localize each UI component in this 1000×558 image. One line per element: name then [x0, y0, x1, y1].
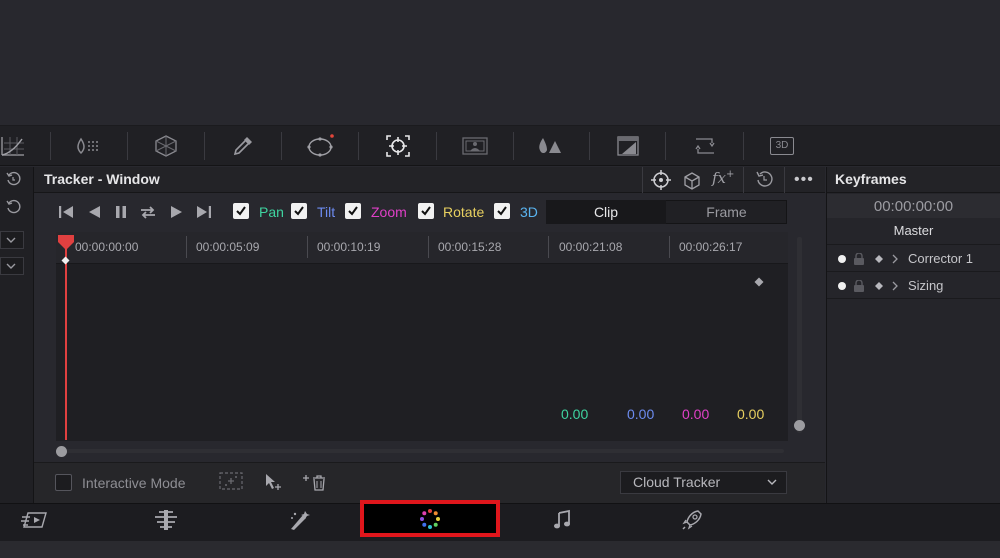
- stabilizer-icon[interactable]: [681, 169, 703, 191]
- keyframes-timecode: 00:00:00:00: [873, 198, 954, 215]
- rotate-label: Rotate: [443, 204, 485, 220]
- timecode-label: 00:00:21:08: [559, 240, 623, 254]
- viewer-area: [0, 0, 1000, 126]
- 3d-label: 3D: [520, 204, 538, 220]
- keyframes-master-label: Master: [893, 223, 934, 238]
- add-feature-point-icon[interactable]: [263, 472, 283, 492]
- keyframe-marker-icon[interactable]: [61, 256, 70, 265]
- blur-icon[interactable]: [530, 130, 570, 162]
- color-icon[interactable]: [410, 504, 450, 534]
- reset-icon[interactable]: [755, 170, 773, 188]
- cloud-tracker-label: Cloud Tracker: [633, 474, 721, 490]
- chevron-down-icon[interactable]: [0, 231, 24, 249]
- playhead[interactable]: [65, 236, 67, 440]
- power-window-icon[interactable]: [300, 130, 340, 162]
- pan-value: 0.00: [561, 406, 589, 422]
- cloud-tracker-dropdown[interactable]: Cloud Tracker: [620, 471, 787, 494]
- palette-toolbar: 3D: [0, 126, 1000, 166]
- keyframe-row-sizing[interactable]: [837, 280, 905, 292]
- horizontal-zoom-handle[interactable]: [56, 446, 67, 457]
- vertical-zoom-slider[interactable]: [797, 237, 802, 433]
- rotate-value: 0.00: [737, 406, 765, 422]
- reset-icon[interactable]: [5, 171, 21, 187]
- left-panel-strip: [0, 167, 34, 503]
- timecode-label: 00:00:26:17: [679, 240, 743, 254]
- zoom-checkbox[interactable]: [345, 203, 361, 219]
- pause-icon[interactable]: [110, 201, 132, 223]
- frame-mode-button[interactable]: Frame: [666, 200, 787, 224]
- fusion-icon[interactable]: [278, 505, 318, 535]
- reverse-icon[interactable]: [83, 201, 105, 223]
- skip-to-start-icon[interactable]: [55, 201, 77, 223]
- keyframe-row-corrector[interactable]: [837, 253, 905, 265]
- interactive-mode-checkbox[interactable]: [55, 474, 72, 491]
- timecode-label: 00:00:05:09: [196, 240, 260, 254]
- keyframes-title: Keyframes: [835, 171, 907, 187]
- clip-mode-button[interactable]: Clip: [546, 200, 666, 224]
- panel-title: Tracker - Window: [44, 171, 160, 187]
- bottom-strip: [0, 541, 1000, 558]
- chevron-down-icon: [766, 477, 778, 487]
- curves-icon[interactable]: [0, 130, 32, 162]
- timecode-label: 00:00:10:19: [317, 240, 381, 254]
- 3d-icon-label: 3D: [770, 137, 794, 155]
- zoom-label: Zoom: [371, 204, 407, 220]
- vertical-zoom-handle[interactable]: [794, 420, 805, 431]
- deliver-icon[interactable]: [672, 505, 712, 535]
- fx-icon[interactable]: fx+: [712, 169, 734, 187]
- sizing-icon[interactable]: [685, 130, 725, 162]
- pan-checkbox[interactable]: [233, 203, 249, 219]
- play-icon[interactable]: [165, 201, 187, 223]
- skip-to-end-icon[interactable]: [193, 201, 215, 223]
- tilt-label: Tilt: [317, 204, 336, 220]
- fairlight-icon[interactable]: [542, 505, 582, 535]
- magic-mask-icon[interactable]: [455, 130, 495, 162]
- timecode-label: 00:00:00:00: [75, 240, 139, 254]
- chevron-down-icon[interactable]: [0, 257, 24, 275]
- color-warper-icon[interactable]: [68, 130, 108, 162]
- hsl-qualifier-icon[interactable]: [146, 130, 186, 162]
- playhead-handle[interactable]: [57, 234, 75, 252]
- tilt-value: 0.00: [627, 406, 655, 422]
- tracker-icon[interactable]: [378, 130, 418, 162]
- rotate-checkbox[interactable]: [418, 203, 434, 219]
- 3d-icon[interactable]: 3D: [762, 130, 802, 162]
- more-options-icon[interactable]: •••: [794, 171, 814, 189]
- reset-icon[interactable]: [5, 199, 21, 215]
- loop-icon[interactable]: [137, 201, 159, 223]
- horizontal-zoom-slider[interactable]: [62, 449, 784, 453]
- keyframe-row-label: Sizing: [908, 278, 944, 293]
- pan-label: Pan: [259, 204, 284, 220]
- insert-points-icon[interactable]: [218, 471, 244, 491]
- 3d-checkbox[interactable]: [494, 203, 510, 219]
- edit-icon[interactable]: [146, 505, 186, 535]
- keyframe-marker-icon[interactable]: [754, 277, 764, 287]
- eyedropper-icon[interactable]: [223, 130, 263, 162]
- interactive-mode-label: Interactive Mode: [82, 475, 186, 491]
- zoom-value: 0.00: [682, 406, 710, 422]
- delete-feature-points-icon[interactable]: [303, 472, 327, 492]
- keyframe-row-label: Corrector 1: [908, 251, 974, 266]
- media-icon[interactable]: [14, 505, 54, 535]
- key-icon[interactable]: [608, 130, 648, 162]
- tilt-checkbox[interactable]: [291, 203, 307, 219]
- crosshair-icon[interactable]: [650, 169, 672, 191]
- timecode-label: 00:00:15:28: [438, 240, 502, 254]
